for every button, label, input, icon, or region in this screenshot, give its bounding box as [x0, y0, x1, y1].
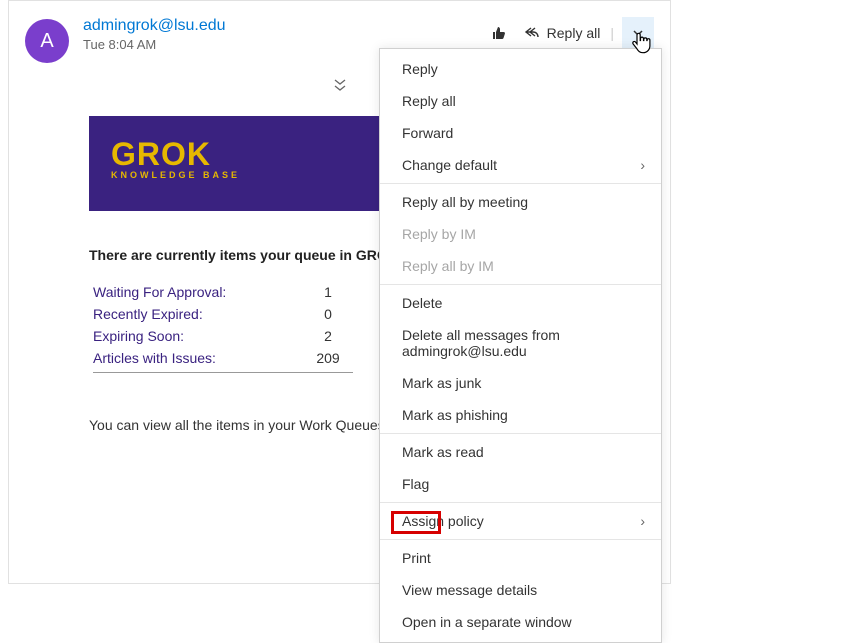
menu-mark-phishing[interactable]: Mark as phishing	[380, 399, 661, 431]
menu-label: Delete all messages from admingrok@lsu.e…	[402, 327, 645, 359]
vertical-bar: |	[610, 25, 614, 41]
stat-label: Waiting For Approval:	[93, 281, 303, 303]
menu-view-details[interactable]: View message details	[380, 574, 661, 606]
stat-value: 0	[303, 303, 353, 325]
reply-all-label: Reply all	[547, 25, 601, 41]
message-context-menu: Reply Reply all Forward Change default› …	[379, 48, 662, 643]
menu-separator	[380, 183, 661, 184]
stat-value: 1	[303, 281, 353, 303]
chevron-right-icon: ›	[640, 157, 645, 173]
menu-reply-all-im: Reply all by IM	[380, 250, 661, 282]
menu-label: Forward	[402, 125, 453, 141]
menu-label: Print	[402, 550, 431, 566]
menu-label: Open in a separate window	[402, 614, 572, 630]
menu-separator	[380, 433, 661, 434]
menu-separator	[380, 502, 661, 503]
stat-label: Recently Expired:	[93, 303, 303, 325]
sender-block: admingrok@lsu.edu Tue 8:04 AM	[83, 17, 483, 52]
menu-label: Reply	[402, 61, 438, 77]
menu-label: Change default	[402, 157, 497, 173]
table-row: Articles with Issues: 209	[93, 347, 353, 373]
menu-label: Mark as phishing	[402, 407, 508, 423]
menu-label: Mark as junk	[402, 375, 481, 391]
avatar: A	[25, 19, 69, 63]
avatar-initial: A	[40, 30, 53, 53]
like-button[interactable]	[483, 17, 515, 49]
stat-label: Articles with Issues:	[93, 347, 303, 373]
sender-email[interactable]: admingrok@lsu.edu	[83, 17, 483, 35]
table-row: Waiting For Approval: 1	[93, 281, 353, 303]
table-row: Expiring Soon: 2	[93, 325, 353, 347]
menu-mark-read[interactable]: Mark as read	[380, 436, 661, 468]
menu-reply[interactable]: Reply	[380, 53, 661, 85]
menu-label: Reply all by meeting	[402, 194, 528, 210]
menu-reply-im: Reply by IM	[380, 218, 661, 250]
menu-label: View message details	[402, 582, 537, 598]
menu-delete-all-from[interactable]: Delete all messages from admingrok@lsu.e…	[380, 319, 661, 367]
stat-value: 209	[303, 347, 353, 373]
menu-separator	[380, 539, 661, 540]
menu-print[interactable]: Print	[380, 542, 661, 574]
thumbs-up-icon	[491, 25, 507, 41]
message-toolbar: Reply all |	[483, 17, 654, 49]
menu-label: Assign policy	[402, 513, 484, 529]
table-row: Recently Expired: 0	[93, 303, 353, 325]
menu-label: Reply all	[402, 93, 456, 109]
menu-delete[interactable]: Delete	[380, 287, 661, 319]
menu-label: Flag	[402, 476, 429, 492]
stat-value: 2	[303, 325, 353, 347]
chevron-down-icon	[632, 27, 644, 39]
menu-change-default[interactable]: Change default ›	[380, 149, 661, 181]
more-actions-button[interactable]	[622, 17, 654, 49]
menu-label: Delete	[402, 295, 442, 311]
menu-forward[interactable]: Forward	[380, 117, 661, 149]
menu-label: Mark as read	[402, 444, 484, 460]
menu-separator	[380, 284, 661, 285]
chevron-right-icon: ›	[640, 513, 645, 529]
menu-open-window[interactable]: Open in a separate window	[380, 606, 661, 638]
menu-flag[interactable]: Flag	[380, 468, 661, 500]
stat-label: Expiring Soon:	[93, 325, 303, 347]
reply-all-button[interactable]: Reply all |	[517, 17, 620, 49]
menu-label: Reply by IM	[402, 226, 476, 242]
menu-mark-junk[interactable]: Mark as junk	[380, 367, 661, 399]
menu-label: Reply all by IM	[402, 258, 494, 274]
reply-all-icon	[523, 25, 541, 41]
menu-reply-all[interactable]: Reply all	[380, 85, 661, 117]
menu-reply-all-meeting[interactable]: Reply all by meeting	[380, 186, 661, 218]
menu-assign-policy[interactable]: Assign policy ›	[380, 505, 661, 537]
stats-table: Waiting For Approval: 1 Recently Expired…	[93, 281, 353, 373]
